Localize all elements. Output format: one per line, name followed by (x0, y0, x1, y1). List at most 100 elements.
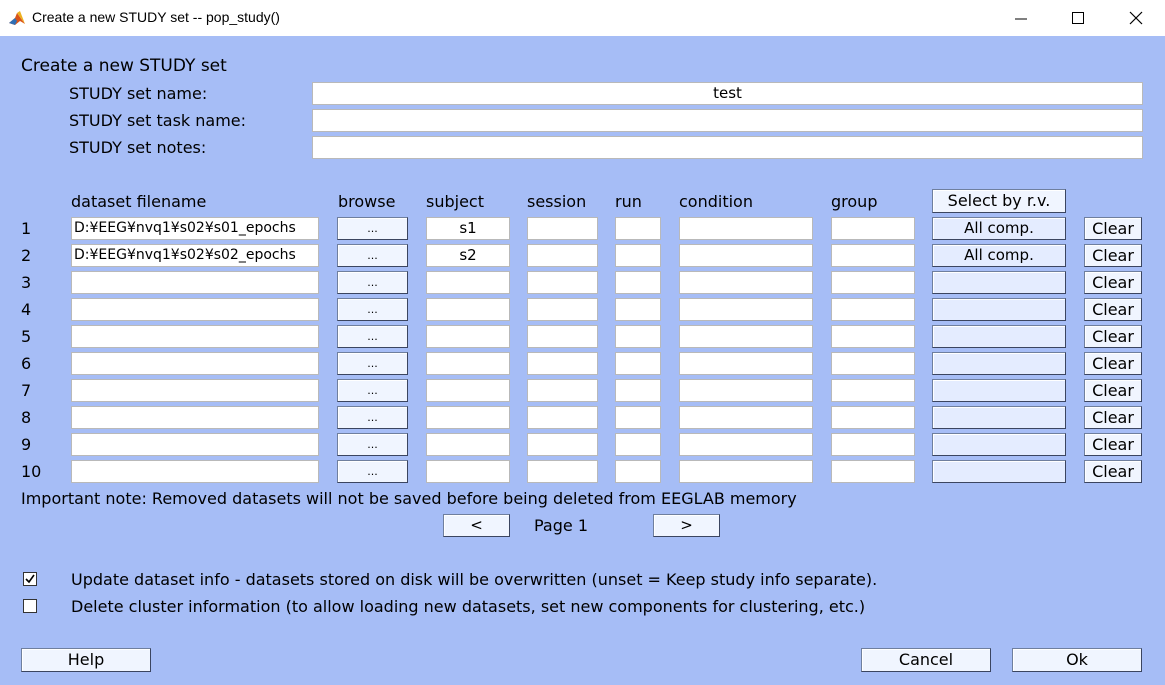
run-input[interactable] (615, 298, 661, 321)
group-input[interactable] (831, 244, 915, 267)
group-input[interactable] (831, 352, 915, 375)
condition-input[interactable] (679, 271, 813, 294)
delete-cluster-checkbox[interactable] (23, 599, 37, 613)
next-page-button[interactable]: > (653, 514, 720, 537)
dataset-filename-input[interactable] (71, 406, 319, 429)
clear-button[interactable]: Clear (1084, 379, 1142, 402)
prev-page-button[interactable]: < (443, 514, 510, 537)
subject-input[interactable] (426, 460, 510, 483)
study-name-input[interactable]: test (312, 82, 1143, 105)
dataset-filename-input[interactable] (71, 298, 319, 321)
browse-button[interactable]: ... (337, 352, 408, 375)
browse-button[interactable]: ... (337, 433, 408, 456)
session-input[interactable] (527, 352, 598, 375)
help-button[interactable]: Help (21, 648, 151, 672)
components-button[interactable] (932, 352, 1066, 375)
subject-input[interactable] (426, 325, 510, 348)
components-button[interactable] (932, 406, 1066, 429)
run-input[interactable] (615, 217, 661, 240)
browse-button[interactable]: ... (337, 460, 408, 483)
group-input[interactable] (831, 379, 915, 402)
condition-input[interactable] (679, 298, 813, 321)
group-input[interactable] (831, 460, 915, 483)
minimize-button[interactable] (992, 0, 1050, 36)
close-button[interactable] (1107, 0, 1165, 36)
subject-input[interactable] (426, 379, 510, 402)
browse-button[interactable]: ... (337, 217, 408, 240)
browse-button[interactable]: ... (337, 244, 408, 267)
condition-input[interactable] (679, 217, 813, 240)
subject-input[interactable] (426, 352, 510, 375)
group-input[interactable] (831, 217, 915, 240)
session-input[interactable] (527, 406, 598, 429)
components-button[interactable]: All comp. (932, 217, 1066, 240)
dataset-filename-input[interactable] (71, 352, 319, 375)
clear-button[interactable]: Clear (1084, 244, 1142, 267)
components-button[interactable]: All comp. (932, 244, 1066, 267)
clear-button[interactable]: Clear (1084, 406, 1142, 429)
dataset-filename-input[interactable]: D:¥EEG¥nvq1¥s02¥s01_epochs (71, 217, 319, 240)
run-input[interactable] (615, 244, 661, 267)
session-input[interactable] (527, 433, 598, 456)
condition-input[interactable] (679, 433, 813, 456)
subject-input[interactable]: s2 (426, 244, 510, 267)
run-input[interactable] (615, 433, 661, 456)
components-button[interactable] (932, 460, 1066, 483)
condition-input[interactable] (679, 460, 813, 483)
subject-input[interactable]: s1 (426, 217, 510, 240)
subject-input[interactable] (426, 406, 510, 429)
cancel-button[interactable]: Cancel (861, 648, 991, 672)
browse-button[interactable]: ... (337, 298, 408, 321)
browse-button[interactable]: ... (337, 271, 408, 294)
select-by-rv-button[interactable]: Select by r.v. (932, 189, 1066, 213)
session-input[interactable] (527, 460, 598, 483)
run-input[interactable] (615, 271, 661, 294)
dataset-filename-input[interactable] (71, 433, 319, 456)
condition-input[interactable] (679, 325, 813, 348)
components-button[interactable] (932, 271, 1066, 294)
session-input[interactable] (527, 244, 598, 267)
condition-input[interactable] (679, 379, 813, 402)
condition-input[interactable] (679, 406, 813, 429)
session-input[interactable] (527, 379, 598, 402)
ok-button[interactable]: Ok (1012, 648, 1142, 672)
condition-input[interactable] (679, 244, 813, 267)
session-input[interactable] (527, 298, 598, 321)
clear-button[interactable]: Clear (1084, 460, 1142, 483)
group-input[interactable] (831, 298, 915, 321)
study-notes-input[interactable] (312, 136, 1143, 159)
clear-button[interactable]: Clear (1084, 325, 1142, 348)
dataset-filename-input[interactable]: D:¥EEG¥nvq1¥s02¥s02_epochs (71, 244, 319, 267)
study-task-input[interactable] (312, 109, 1143, 132)
subject-input[interactable] (426, 433, 510, 456)
condition-input[interactable] (679, 352, 813, 375)
group-input[interactable] (831, 325, 915, 348)
components-button[interactable] (932, 298, 1066, 321)
browse-button[interactable]: ... (337, 379, 408, 402)
run-input[interactable] (615, 379, 661, 402)
dataset-filename-input[interactable] (71, 379, 319, 402)
dataset-filename-input[interactable] (71, 325, 319, 348)
run-input[interactable] (615, 406, 661, 429)
run-input[interactable] (615, 460, 661, 483)
browse-button[interactable]: ... (337, 325, 408, 348)
session-input[interactable] (527, 217, 598, 240)
components-button[interactable] (932, 379, 1066, 402)
clear-button[interactable]: Clear (1084, 433, 1142, 456)
group-input[interactable] (831, 271, 915, 294)
clear-button[interactable]: Clear (1084, 298, 1142, 321)
components-button[interactable] (932, 325, 1066, 348)
run-input[interactable] (615, 352, 661, 375)
dataset-filename-input[interactable] (71, 271, 319, 294)
update-dataset-checkbox[interactable] (23, 572, 37, 586)
browse-button[interactable]: ... (337, 406, 408, 429)
clear-button[interactable]: Clear (1084, 352, 1142, 375)
clear-button[interactable]: Clear (1084, 271, 1142, 294)
subject-input[interactable] (426, 298, 510, 321)
clear-button[interactable]: Clear (1084, 217, 1142, 240)
session-input[interactable] (527, 271, 598, 294)
group-input[interactable] (831, 406, 915, 429)
group-input[interactable] (831, 433, 915, 456)
run-input[interactable] (615, 325, 661, 348)
components-button[interactable] (932, 433, 1066, 456)
